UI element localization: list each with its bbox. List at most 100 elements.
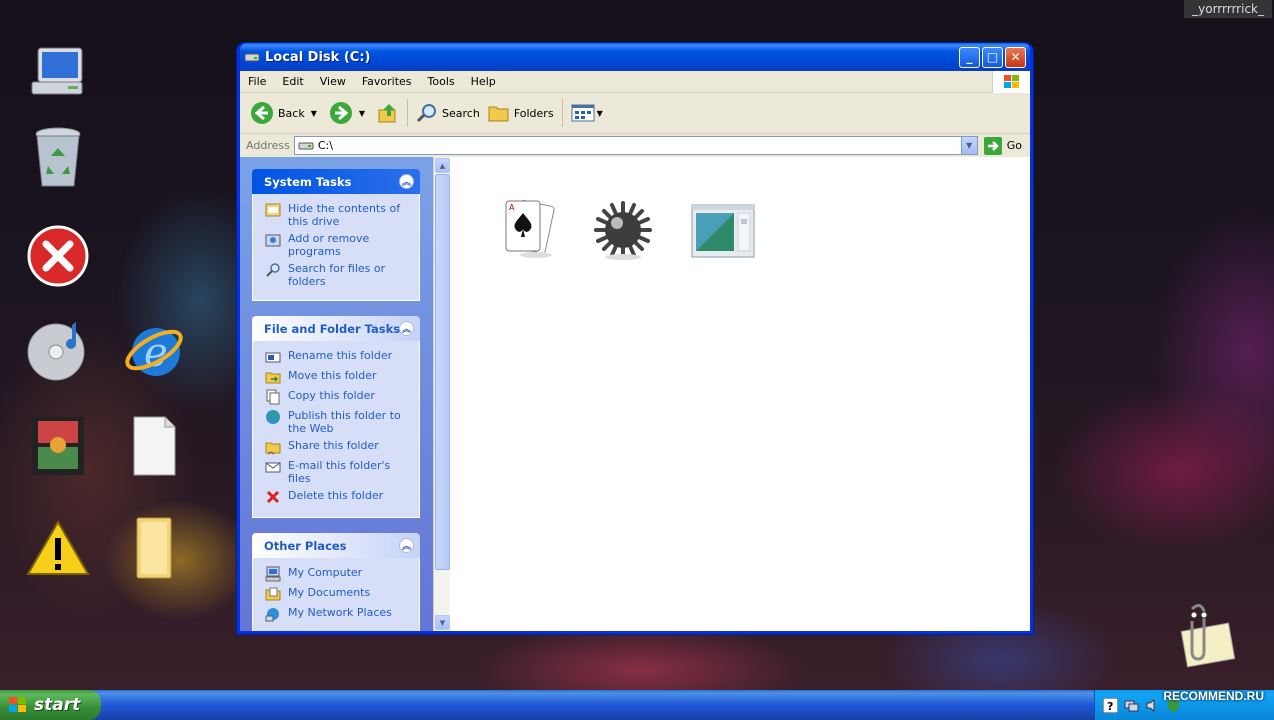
up-folder-button[interactable] — [373, 102, 403, 124]
folder-desktop-icon[interactable] — [122, 516, 186, 580]
other-places-panel: Other Places ︽ My Computer My Documents … — [252, 533, 420, 631]
text-document-desktop-icon[interactable] — [122, 414, 186, 478]
place-my-network-places[interactable]: My Network Places — [265, 606, 411, 622]
my-computer-icon — [265, 566, 281, 582]
window-content: System Tasks ︽ Hide the contents of this… — [240, 157, 1030, 631]
file-folder-tasks-panel: File and Folder Tasks ︽ Rename this fold… — [252, 316, 420, 518]
views-dropdown-icon[interactable]: ▼ — [597, 109, 603, 118]
place-label: My Network Places — [288, 606, 392, 619]
go-arrow-icon — [983, 136, 1002, 155]
forward-button[interactable]: ▼ — [325, 101, 373, 125]
help-icon[interactable]: ? — [1103, 697, 1118, 713]
task-email-files[interactable]: E-mail this folder's files — [265, 459, 411, 485]
file-folder-tasks-header[interactable]: File and Folder Tasks ︽ — [252, 316, 420, 341]
close-icon: ✕ — [1010, 50, 1021, 64]
task-label: Search for files or folders — [288, 262, 386, 288]
minimize-button[interactable]: _ — [959, 46, 980, 68]
task-search-files[interactable]: Search for files or folders — [265, 262, 411, 288]
go-button[interactable]: Go — [978, 136, 1030, 155]
share-icon — [265, 442, 281, 455]
search-button[interactable]: Search — [412, 102, 484, 124]
menu-edit[interactable]: Edit — [274, 75, 311, 88]
window-app-file[interactable] — [690, 197, 756, 263]
back-arrow-icon — [251, 102, 273, 124]
back-dropdown-icon[interactable]: ▼ — [311, 109, 317, 118]
recycle-bin-desktop-icon[interactable] — [26, 126, 90, 190]
error-desktop-icon[interactable] — [26, 224, 90, 288]
folders-label: Folders — [513, 106, 554, 120]
maximize-icon: □ — [986, 50, 999, 64]
task-add-remove-programs[interactable]: Add or remove programs — [265, 232, 411, 258]
my-documents-icon — [265, 587, 281, 601]
collapse-icon[interactable]: ︽ — [399, 321, 414, 336]
toolbar-separator — [407, 99, 409, 127]
place-my-computer[interactable]: My Computer — [265, 566, 411, 582]
internet-explorer-desktop-icon[interactable]: e — [122, 318, 186, 382]
standard-toolbar: Back ▼ ▼ Search Folders ▼ — [240, 93, 1030, 134]
forward-dropdown-icon[interactable]: ▼ — [359, 109, 365, 118]
movie-maker-desktop-icon[interactable] — [26, 414, 90, 478]
forward-arrow-icon — [329, 102, 352, 124]
task-label: Share this folder — [288, 439, 379, 452]
network-icon[interactable] — [1124, 698, 1139, 713]
task-rename-folder[interactable]: Rename this folder — [265, 349, 411, 365]
minesweeper-file[interactable] — [590, 197, 656, 263]
email-icon — [265, 462, 281, 473]
system-tasks-title: System Tasks — [264, 174, 352, 189]
scroll-up-icon[interactable]: ▲ — [435, 158, 450, 173]
system-tasks-body: Hide the contents of this drive Add or r… — [252, 194, 420, 301]
folders-icon — [488, 106, 509, 122]
warning-desktop-icon[interactable] — [26, 516, 90, 580]
my-computer-desktop-icon[interactable] — [26, 40, 90, 104]
collapse-icon[interactable]: ︽ — [399, 174, 414, 189]
task-pane-scrollbar[interactable]: ▲ ▼ — [433, 157, 450, 631]
scroll-thumb[interactable] — [435, 174, 450, 570]
task-share-folder[interactable]: Share this folder — [265, 439, 411, 455]
media-player-desktop-icon[interactable] — [26, 318, 90, 382]
drive-icon — [244, 53, 260, 62]
system-tasks-header[interactable]: System Tasks ︽ — [252, 169, 420, 194]
address-dropdown-icon[interactable]: ▼ — [960, 137, 977, 154]
title-bar[interactable]: Local Disk (C:) _ □ ✕ — [240, 43, 1030, 71]
task-delete-folder[interactable]: Delete this folder — [265, 489, 411, 505]
task-copy-folder[interactable]: Copy this folder — [265, 389, 411, 405]
start-button[interactable]: start — [0, 690, 101, 720]
volume-icon[interactable] — [1145, 698, 1160, 713]
task-hide-drive-contents[interactable]: Hide the contents of this drive — [265, 202, 411, 228]
search-label: Search — [442, 106, 480, 120]
task-label: Delete this folder — [288, 489, 384, 502]
file-folder-tasks-body: Rename this folder Move this folder Copy… — [252, 341, 420, 518]
task-move-folder[interactable]: Move this folder — [265, 369, 411, 385]
task-label: E-mail this folder's files — [288, 459, 391, 485]
views-icon — [571, 104, 595, 122]
views-button[interactable]: ▼ — [567, 103, 611, 123]
svg-text:A: A — [509, 203, 515, 212]
close-button[interactable]: ✕ — [1005, 46, 1026, 68]
place-my-documents[interactable]: My Documents — [265, 586, 411, 602]
windows-logo-icon — [992, 71, 1030, 93]
folders-button[interactable]: Folders — [484, 103, 558, 123]
task-pane: System Tasks ︽ Hide the contents of this… — [240, 157, 433, 631]
menu-file[interactable]: File — [240, 75, 274, 88]
minimize-icon: _ — [966, 50, 973, 64]
menu-view[interactable]: View — [312, 75, 354, 88]
other-places-header[interactable]: Other Places ︽ — [252, 533, 420, 558]
maximize-button[interactable]: □ — [982, 46, 1003, 68]
window-app-icon — [691, 204, 755, 258]
up-folder-icon — [378, 104, 396, 123]
address-input[interactable]: C:\ ▼ — [293, 136, 978, 155]
scroll-down-icon[interactable]: ▼ — [435, 615, 450, 630]
start-label: start — [34, 695, 81, 715]
address-label: Address — [246, 139, 290, 152]
menu-favorites[interactable]: Favorites — [354, 75, 420, 88]
place-label: My Documents — [288, 586, 371, 599]
address-value: C:\ — [317, 139, 333, 152]
clippy-desktop-icon[interactable] — [1172, 604, 1236, 668]
back-button[interactable]: Back ▼ — [246, 101, 325, 125]
task-publish-folder[interactable]: Publish this folder to the Web — [265, 409, 411, 435]
task-label: Hide the contents of this drive — [288, 202, 401, 228]
menu-help[interactable]: Help — [463, 75, 504, 88]
solitaire-file[interactable]: A — [496, 197, 562, 263]
collapse-icon[interactable]: ︽ — [399, 538, 414, 553]
menu-tools[interactable]: Tools — [420, 75, 463, 88]
